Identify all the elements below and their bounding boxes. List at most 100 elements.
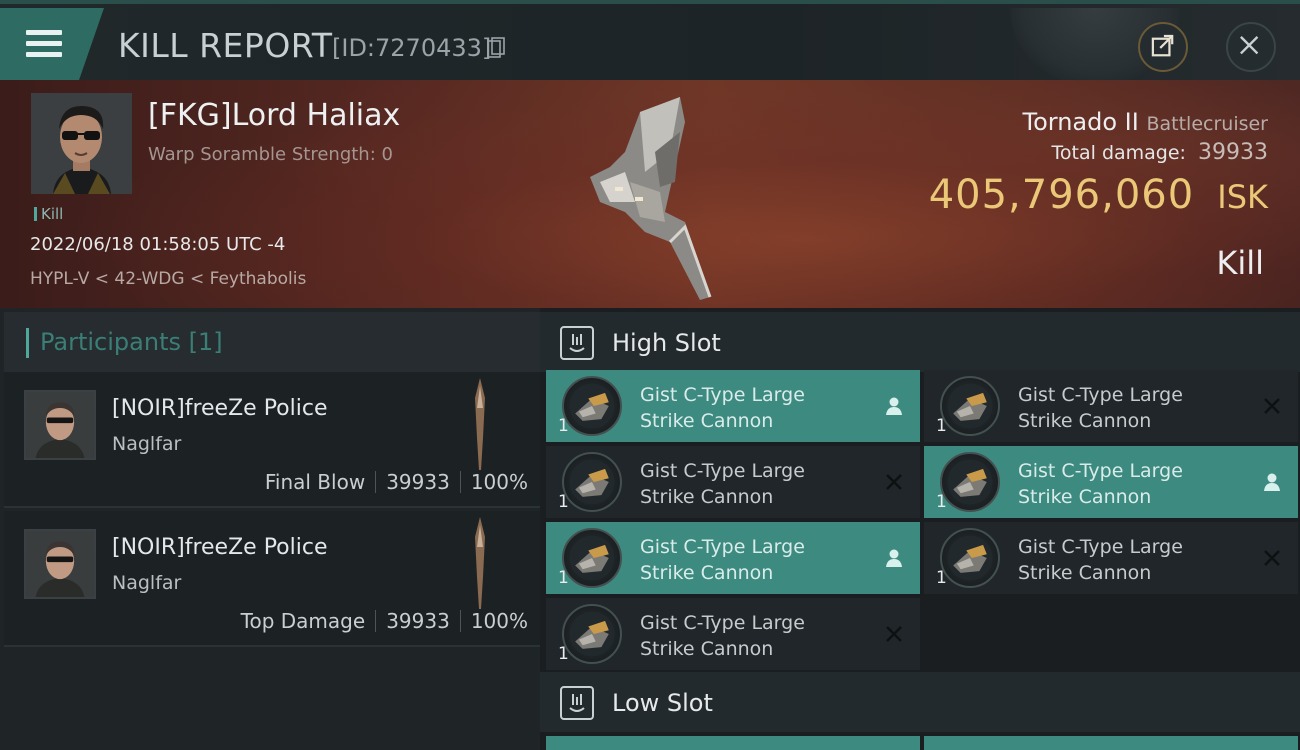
module-tile[interactable] <box>924 736 1298 750</box>
module-name-line1: Gist C-Type Large <box>640 612 805 634</box>
share-button[interactable] <box>1138 22 1188 72</box>
participant-name: [NOIR]freeZe Police <box>112 396 328 421</box>
pilot-avatar-icon <box>26 531 94 597</box>
module-icon <box>940 376 1000 436</box>
module-quantity: 1 <box>558 416 569 436</box>
module-tile[interactable]: 1 Gist C-Type Large Strike Cannon <box>924 446 1298 518</box>
close-icon <box>1240 36 1259 55</box>
module-icon <box>940 528 1000 588</box>
module-tile[interactable]: 1 Gist C-Type Large Strike Cannon <box>924 370 1298 442</box>
participant-ship: Naglfar <box>112 572 182 594</box>
victim-panel: [FKG]Lord Haliax Warp Soramble Strength:… <box>0 80 1300 308</box>
module-quantity: 1 <box>558 568 569 588</box>
participant-row[interactable]: [NOIR]freeZe Police Naglfar Final Blow 39… <box>4 372 540 508</box>
high-slot-icon <box>560 326 594 360</box>
kill-result: Kill <box>1216 244 1264 282</box>
isk-amount: 405,796,060 <box>928 172 1195 218</box>
isk-unit: ISK <box>1217 178 1268 216</box>
ship-thumbnail-icon <box>475 517 485 609</box>
victim-name[interactable]: [FKG]Lord Haliax <box>148 98 400 133</box>
module-name: Gist C-Type Large Strike Cannon <box>640 458 870 510</box>
pilot-avatar-icon <box>26 392 94 458</box>
module-name-line2: Strike Cannon <box>1018 410 1152 432</box>
module-tile[interactable] <box>546 736 920 750</box>
report-id: [ID:7270433] <box>332 34 492 62</box>
kill-location[interactable]: HYPL-V < 42-WDG < Feythabolis <box>30 269 306 289</box>
module-name-line2: Strike Cannon <box>1018 486 1152 508</box>
module-tile[interactable]: 1 Gist C-Type Large Strike Cannon <box>546 598 920 670</box>
module-name-line1: Gist C-Type Large <box>1018 460 1183 482</box>
isk-value: 405,796,060 ISK <box>929 172 1268 218</box>
participant-stats: Final Blow 39933 100% <box>265 470 528 494</box>
ship-render-image <box>590 97 712 300</box>
module-name-line2: Strike Cannon <box>640 638 774 660</box>
participant-percent: 100% <box>470 470 528 494</box>
module-icon <box>562 376 622 436</box>
participants-title: Participants [1] <box>40 328 223 356</box>
participant-damage: 39933 <box>386 470 450 494</box>
module-name-line1: Gist C-Type Large <box>1018 384 1183 406</box>
total-damage-value: 39933 <box>1198 140 1268 165</box>
low-slot-title: Low Slot <box>612 689 713 717</box>
module-tile[interactable]: 1 Gist C-Type Large Strike Cannon <box>924 522 1298 594</box>
low-slot-icon <box>560 686 594 720</box>
person-icon <box>1260 470 1284 494</box>
participant-avatar <box>24 390 96 460</box>
low-slot-header: Low Slot <box>540 672 1300 732</box>
high-slot-title: High Slot <box>612 329 721 357</box>
warp-scramble-strength: Warp Soramble Strength: 0 <box>148 144 393 165</box>
module-name-line2: Strike Cannon <box>640 486 774 508</box>
ship-name: Tornado II <box>1022 108 1139 136</box>
module-name: Gist C-Type Large Strike Cannon <box>1018 458 1248 510</box>
ship-thumbnail-icon <box>475 378 485 470</box>
module-quantity: 1 <box>936 492 947 512</box>
ship-class: Battlecruiser <box>1146 113 1268 135</box>
module-name-line1: Gist C-Type Large <box>1018 536 1183 558</box>
victim-ship[interactable]: Tornado II Battlecruiser <box>1022 108 1268 136</box>
total-damage: Total damage: 39933 <box>1052 140 1268 165</box>
share-icon <box>1151 34 1174 57</box>
high-slot-header: High Slot <box>540 312 1300 372</box>
x-icon <box>882 622 906 646</box>
module-name-line1: Gist C-Type Large <box>640 460 805 482</box>
person-icon <box>882 546 906 570</box>
page-title: KILL REPORT <box>118 26 333 65</box>
module-tile[interactable]: 1 Gist C-Type Large Strike Cannon <box>546 370 920 442</box>
x-icon <box>882 470 906 494</box>
victim-portrait[interactable] <box>31 93 132 194</box>
participant-role: Top Damage <box>240 609 366 633</box>
module-tile[interactable]: 1 Gist C-Type Large Strike Cannon <box>546 446 920 518</box>
module-quantity: 1 <box>936 568 947 588</box>
kill-timestamp: 2022/06/18 01:58:05 UTC -4 <box>30 234 286 255</box>
person-icon <box>882 394 906 418</box>
participant-role: Final Blow <box>264 470 366 494</box>
module-icon <box>562 604 622 664</box>
fitting-panel: High Slot 1 Gist C-Type Large Strike Canno… <box>540 308 1300 750</box>
module-name: Gist C-Type Large Strike Cannon <box>640 534 870 586</box>
total-damage-label: Total damage: <box>1051 142 1186 164</box>
module-name-line2: Strike Cannon <box>1018 562 1152 584</box>
x-icon <box>1260 394 1284 418</box>
pilot-avatar-icon <box>31 93 132 194</box>
hamburger-menu-icon <box>26 30 62 58</box>
module-quantity: 1 <box>558 644 569 664</box>
participant-stats: Top Damage 39933 100% <box>241 609 528 633</box>
participant-name: [NOIR]freeZe Police <box>112 535 328 560</box>
participant-damage: 39933 <box>386 609 450 633</box>
module-name: Gist C-Type Large Strike Cannon <box>1018 534 1248 586</box>
module-name-line1: Gist C-Type Large <box>640 536 805 558</box>
participants-header: Participants [1] <box>4 312 540 372</box>
module-name-line1: Gist C-Type Large <box>640 384 805 406</box>
kill-tag: Kill <box>34 205 63 223</box>
copy-icon[interactable] <box>487 37 505 59</box>
module-name-line2: Strike Cannon <box>640 562 774 584</box>
module-quantity: 1 <box>936 416 947 436</box>
menu-button[interactable] <box>0 8 104 80</box>
x-icon <box>1260 546 1284 570</box>
module-tile[interactable]: 1 Gist C-Type Large Strike Cannon <box>546 522 920 594</box>
participant-row[interactable]: [NOIR]freeZe Police Naglfar Top Damage 39… <box>4 511 540 647</box>
module-icon <box>562 452 622 512</box>
close-button[interactable] <box>1226 22 1276 72</box>
top-bar: KILL REPORT [ID:7270433] <box>0 0 1300 84</box>
module-icon <box>940 452 1000 512</box>
